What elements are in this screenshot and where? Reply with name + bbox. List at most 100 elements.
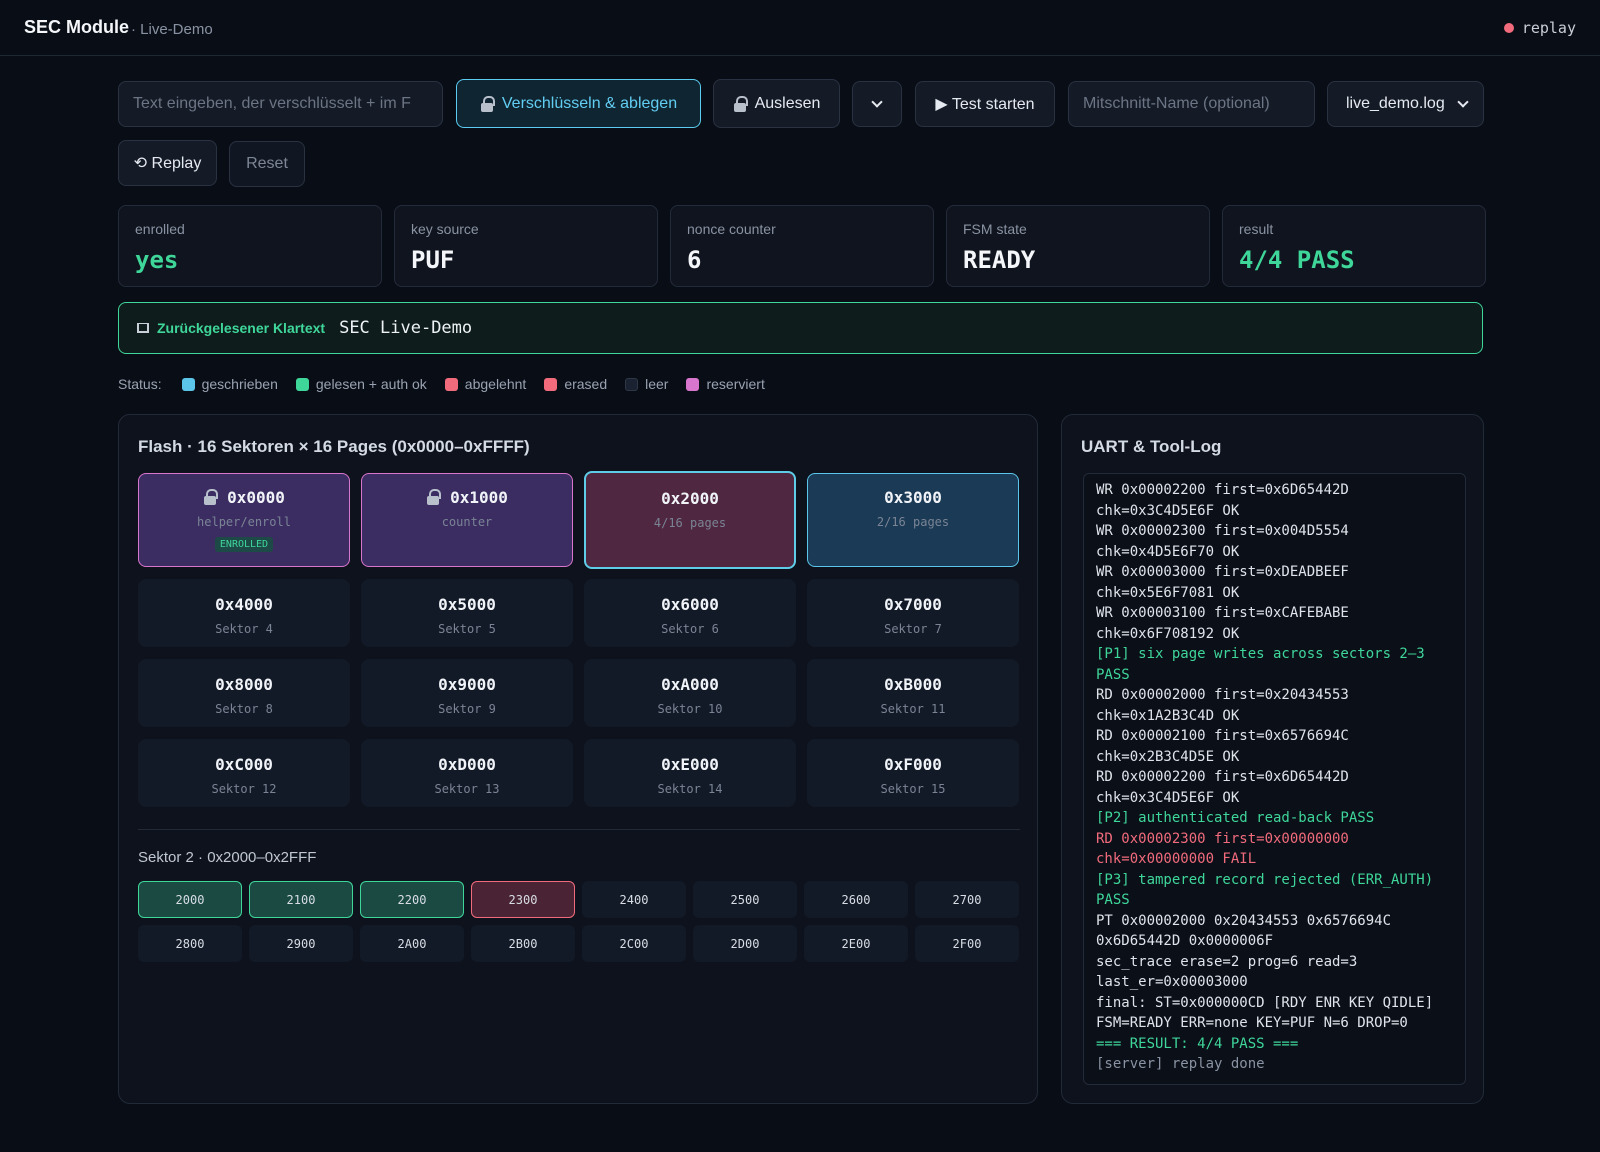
reset-label: Reset: [246, 155, 288, 172]
plaintext-input[interactable]: Text eingeben, der verschlüsselt + im F: [118, 81, 443, 127]
stat-label: FSM state: [963, 221, 1027, 237]
encrypt-store-label: Verschlüsseln & ablegen: [501, 94, 678, 112]
page-cell[interactable]: 2E00: [804, 925, 908, 962]
page-cell[interactable]: 2700: [915, 881, 1019, 918]
log-line: WR 0x00003100 first=0xCAFEBABE chk=0x6F7…: [1096, 605, 1358, 642]
sector-tile[interactable]: 0x1000 counter: [361, 473, 573, 567]
sector-detail-title: Sektor 2 · 0x2000–0x2FFF: [138, 849, 317, 866]
sector-tile[interactable]: 0x5000 Sektor 5: [361, 579, 573, 647]
sector-subtitle: helper/enroll: [197, 515, 291, 529]
book-icon: [137, 323, 149, 333]
sector-subtitle: Sektor 14: [657, 782, 723, 796]
legend-label: abgelehnt: [464, 376, 527, 392]
sector-subtitle: Sektor 5: [438, 622, 496, 636]
stat-label: enrolled: [135, 221, 185, 237]
page-cell[interactable]: 2C00: [582, 925, 686, 962]
sector-subtitle: Sektor 13: [434, 782, 500, 796]
log-line: final: ST=0x000000CD [RDY ENR KEY QIDLE]…: [1096, 994, 1442, 1032]
legend-label: leer: [645, 376, 669, 392]
page-cell[interactable]: 2000: [138, 881, 242, 918]
sector-tile[interactable]: 0x8000 Sektor 8: [138, 659, 350, 727]
log-file-select[interactable]: live_demo.log: [1327, 81, 1484, 127]
status-legend: Status: geschrieben gelesen + auth ok ab…: [118, 376, 773, 392]
sector-address: 0x4000: [215, 595, 273, 614]
sector-tile[interactable]: 0xC000 Sektor 12: [138, 739, 350, 807]
log-line: RD 0x00002200 first=0x6D65442D chk=0x3C4…: [1096, 769, 1358, 806]
sector-tile[interactable]: 0xB000 Sektor 11: [807, 659, 1019, 727]
sector-subtitle: 2/16 pages: [876, 515, 950, 529]
page-cell[interactable]: 2300: [471, 881, 575, 918]
page-cell[interactable]: 2B00: [471, 925, 575, 962]
stat-label: key source: [411, 221, 479, 237]
sector-tile[interactable]: 0xA000 Sektor 10: [584, 659, 796, 727]
encrypt-store-button[interactable]: Verschlüsseln & ablegen: [456, 79, 701, 128]
log-line: RD 0x00002000 first=0x20434553 chk=0x1A2…: [1096, 687, 1358, 724]
mode-label: replay: [1521, 19, 1576, 37]
start-test-label: ▶ Test starten: [935, 96, 1035, 113]
page-cell[interactable]: 2D00: [693, 925, 797, 962]
legend-label: gelesen + auth ok: [315, 376, 427, 392]
page-cell[interactable]: 2400: [582, 881, 686, 918]
start-test-button[interactable]: ▶ Test starten: [915, 81, 1055, 127]
sector-subtitle: Sektor 4: [215, 622, 273, 636]
lock-icon: [480, 95, 495, 112]
page-cell[interactable]: 2600: [804, 881, 908, 918]
sector-tile[interactable]: 0x3000 2/16 pages: [807, 473, 1019, 567]
reset-button[interactable]: Reset: [229, 141, 305, 187]
app-subtitle: · Live-Demo: [131, 21, 213, 38]
readback-value: SEC Live-Demo: [339, 318, 473, 338]
divider: [138, 829, 1020, 830]
sector-tile[interactable]: 0x6000 Sektor 6: [584, 579, 796, 647]
page-cell[interactable]: 2F00: [915, 925, 1019, 962]
sector-tile[interactable]: 0x9000 Sektor 9: [361, 659, 573, 727]
page-cell[interactable]: 2500: [693, 881, 797, 918]
page-cell[interactable]: 2200: [360, 881, 464, 918]
legend-label: geschrieben: [201, 376, 278, 392]
sector-tile[interactable]: 0x0000 helper/enroll ENROLLED: [138, 473, 350, 567]
sector-subtitle: Sektor 10: [657, 702, 723, 716]
legend-label: erased: [564, 376, 608, 392]
page-cell[interactable]: 2900: [249, 925, 353, 962]
sector-address: 0x9000: [438, 675, 496, 694]
stat-card-result: result 4/4 PASS: [1222, 205, 1486, 287]
legend-item-rejected: abgelehnt: [444, 376, 527, 392]
sector-address: 0xD000: [438, 755, 496, 774]
stat-label: result: [1239, 221, 1274, 237]
capture-name-placeholder: Mitschnitt-Name (optional): [1083, 95, 1270, 112]
lock-icon: [203, 489, 219, 505]
log-line: RD 0x00002100 first=0x6576694C chk=0x2B3…: [1096, 728, 1358, 765]
scenario-select[interactable]: [852, 81, 902, 127]
sector-address: 0xE000: [661, 755, 719, 774]
page-cell[interactable]: 2800: [138, 925, 242, 962]
legend-item-read-auth-ok: gelesen + auth ok: [295, 376, 427, 392]
replay-button[interactable]: ⟲ Replay: [118, 140, 217, 186]
sector-subtitle: Sektor 8: [215, 702, 273, 716]
page-cell[interactable]: 2100: [249, 881, 353, 918]
capture-name-input[interactable]: Mitschnitt-Name (optional): [1068, 81, 1315, 127]
read-label: Auslesen: [754, 94, 821, 112]
stat-value: READY: [963, 246, 1036, 274]
sector-subtitle: counter: [441, 515, 493, 529]
sector-address: 0xF000: [884, 755, 942, 774]
sector-subtitle: Sektor 12: [211, 782, 277, 796]
swatch-icon: [686, 377, 700, 391]
sector-tile[interactable]: 0xD000 Sektor 13: [361, 739, 573, 807]
sector-address: 0x1000: [450, 488, 508, 507]
uart-log-output[interactable]: WR 0x00002200 first=0x6D65442D chk=0x3C4…: [1083, 473, 1466, 1085]
sector-tile[interactable]: 0xF000 Sektor 15: [807, 739, 1019, 807]
log-line-pass: [P2] authenticated read-back PASS: [1096, 810, 1375, 826]
sector-tile-selected[interactable]: 0x2000 4/16 pages: [584, 471, 796, 569]
sector-tile[interactable]: 0x4000 Sektor 4: [138, 579, 350, 647]
sector-tile[interactable]: 0x7000 Sektor 7: [807, 579, 1019, 647]
page-cell[interactable]: 2A00: [360, 925, 464, 962]
read-button[interactable]: Auslesen: [713, 79, 840, 128]
mode-indicator: replay: [1503, 19, 1576, 37]
plaintext-input-placeholder: Text eingeben, der verschlüsselt + im F: [133, 95, 411, 112]
sector-subtitle: Sektor 7: [884, 622, 942, 636]
swatch-icon: [544, 377, 558, 391]
log-line: sec_trace erase=2 prog=6 read=3 last_er=…: [1096, 953, 1366, 991]
sector-address-wrap: 0x0000: [139, 488, 349, 507]
legend-label: reserviert: [706, 376, 765, 392]
recording-dot-icon: [1503, 23, 1514, 33]
sector-tile[interactable]: 0xE000 Sektor 14: [584, 739, 796, 807]
